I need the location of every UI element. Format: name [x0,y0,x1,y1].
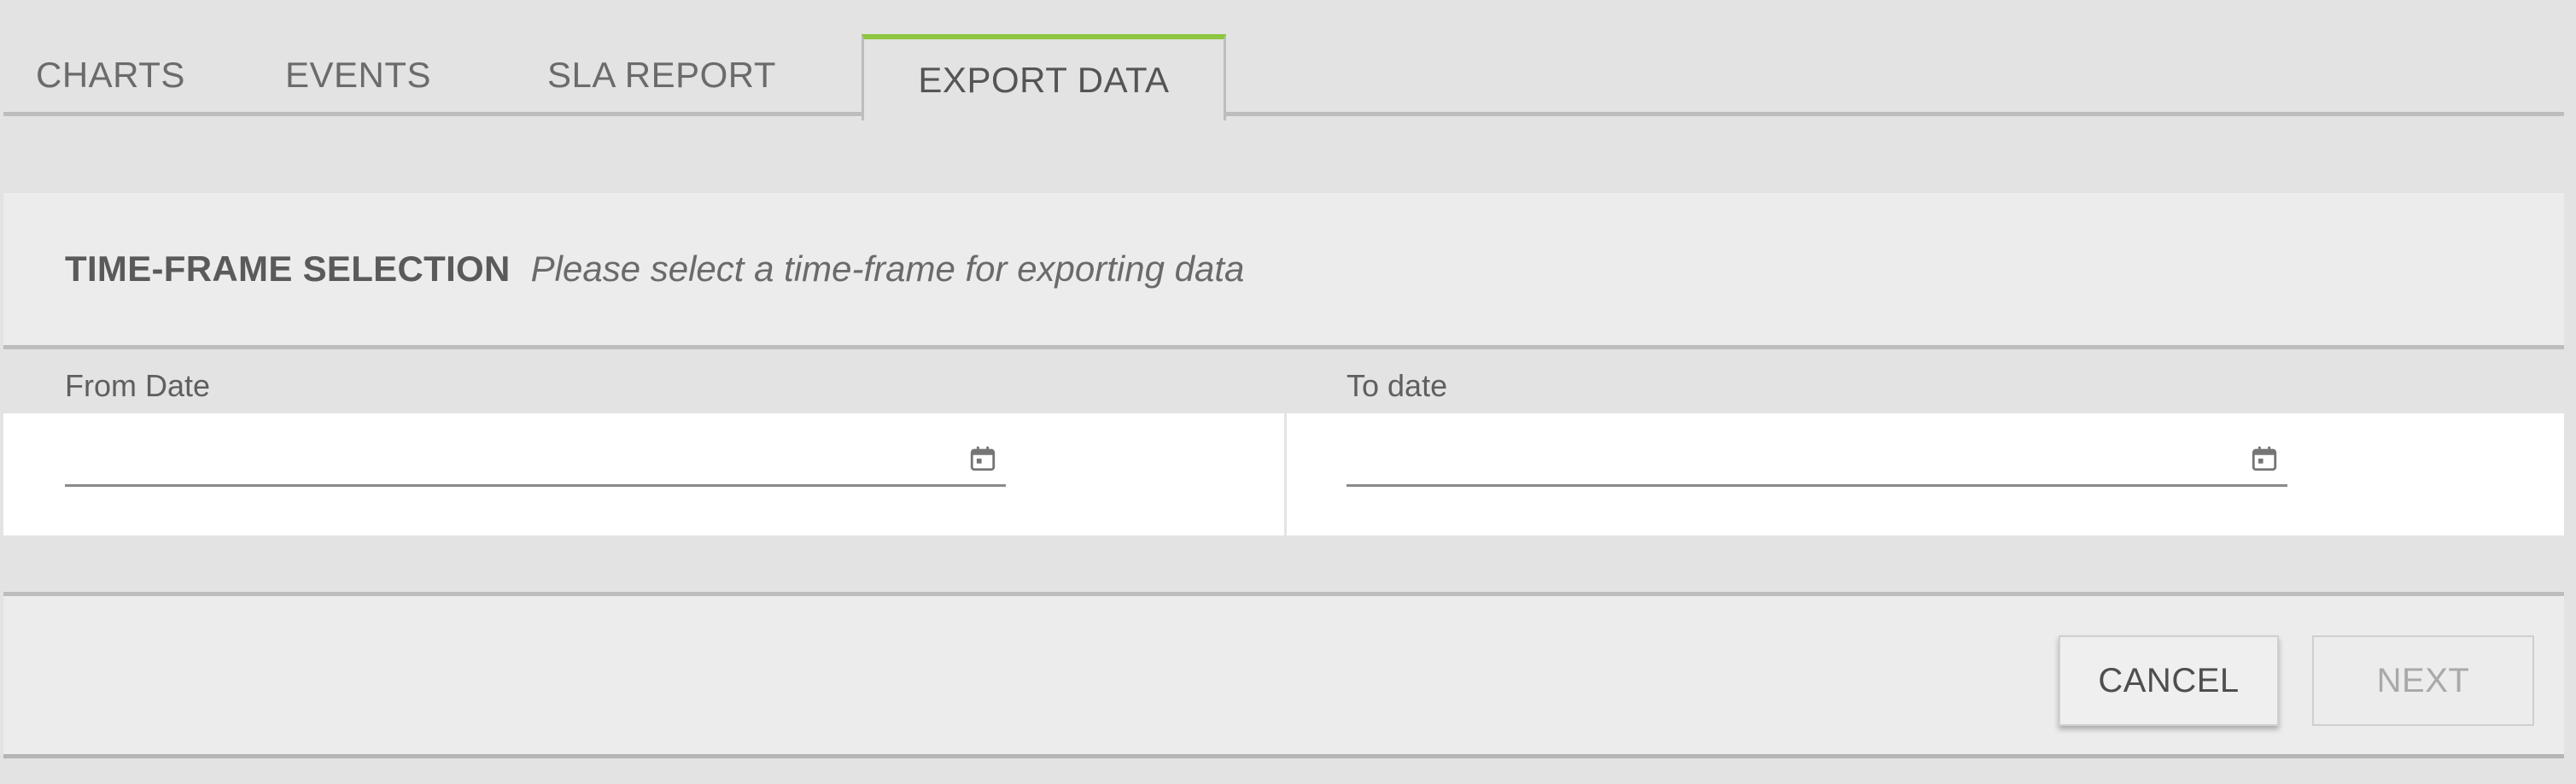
to-date-label: To date [1346,368,1448,403]
spacer-row [3,535,2564,596]
cancel-button[interactable]: CANCEL [2059,635,2279,726]
from-date-label: From Date [65,368,211,403]
tab-sla-report[interactable]: SLA REPORT [547,34,838,116]
next-button[interactable]: NEXT [2312,635,2534,726]
from-date-input[interactable] [65,444,1006,487]
calendar-icon[interactable] [968,444,997,473]
tab-events[interactable]: EVENTS [285,34,507,116]
tab-export-data[interactable]: EXPORT DATA [862,34,1226,120]
date-labels-row: From Date To date [3,349,2564,413]
time-frame-panel: TIME-FRAME SELECTION Please select a tim… [3,193,2564,758]
panel-title: TIME-FRAME SELECTION [65,249,511,289]
tab-bar: CHARTS EVENTS SLA REPORT EXPORT DATA [3,0,2564,120]
panel-header: TIME-FRAME SELECTION Please select a tim… [3,193,2564,349]
to-date-input[interactable] [1346,444,2287,487]
tab-charts[interactable]: CHARTS [36,34,241,116]
date-inputs-row [3,413,2564,535]
panel-subtitle: Please select a time-frame for exporting… [530,249,1245,289]
column-divider [1284,413,1287,535]
panel-footer: CANCEL NEXT [3,600,2564,758]
calendar-icon[interactable] [2250,444,2279,473]
